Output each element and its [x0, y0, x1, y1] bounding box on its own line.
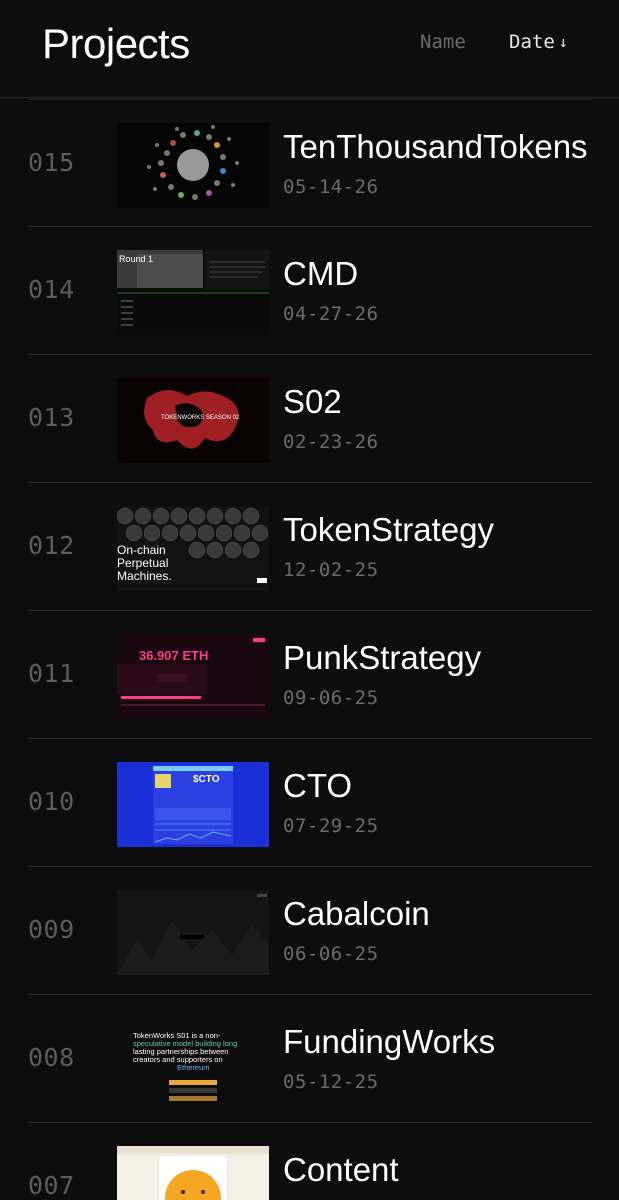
project-number: 007: [28, 1171, 75, 1200]
project-number: 008: [28, 1043, 75, 1072]
project-row[interactable]: 013 TOKENWORKS SEASON 02 S02 02-23-26: [28, 355, 592, 483]
project-row[interactable]: 007 Content: [28, 1123, 592, 1200]
project-row[interactable]: 011 36.907 ETH PunkStrategy 09-06-25: [28, 611, 592, 739]
project-thumbnail: 36.907 ETH: [117, 634, 269, 719]
content-thumbnail: [117, 1146, 269, 1200]
project-number: 011: [28, 659, 75, 688]
arrow-down-icon: ↓: [558, 32, 568, 51]
project-title: TokenStrategy: [283, 511, 494, 548]
project-date: 12-02-25: [283, 559, 379, 581]
thumbnail-caption-line: Machines.: [117, 569, 172, 583]
project-row[interactable]: 009 Cabalcoin 06-06-25: [28, 867, 592, 995]
project-number: 013: [28, 403, 75, 432]
punkstrategy-thumbnail: [117, 634, 269, 719]
thumbnail-caption: 36.907 ETH: [139, 648, 209, 663]
project-row[interactable]: 010 $CTO CTO 07-29-25: [28, 739, 592, 867]
thumbnail-caption: Round 1: [119, 254, 154, 264]
thumbnail-caption-line: Ethereum: [177, 1063, 210, 1072]
project-number: 015: [28, 148, 75, 177]
project-date: 02-23-26: [283, 431, 379, 453]
cabalcoin-thumbnail: [117, 890, 269, 975]
project-date: 07-29-25: [283, 815, 379, 837]
project-number: 014: [28, 275, 75, 304]
project-title: CTO: [283, 767, 353, 804]
project-title: FundingWorks: [283, 1023, 496, 1060]
project-number: 009: [28, 915, 75, 944]
project-date: 05-12-25: [283, 1071, 379, 1093]
project-thumbnail: [117, 890, 269, 975]
page-title: Projects: [42, 20, 190, 67]
project-list: 015 TenThousandTokens 05-14-26 014 Round…: [0, 99, 619, 1200]
header: Projects Name Date ↓: [0, 0, 619, 98]
project-thumbnail: $CTO: [117, 762, 269, 847]
project-number: 010: [28, 787, 75, 816]
project-number: 012: [28, 531, 75, 560]
project-thumbnail: On-chain Perpetual Machines.: [117, 506, 269, 591]
sort-by-date-button[interactable]: Date ↓: [509, 31, 568, 53]
project-title: Content: [283, 1151, 399, 1188]
project-title: PunkStrategy: [283, 639, 482, 676]
project-thumbnail: TokenWorks S01 is a non- speculative mod…: [117, 1018, 269, 1103]
sort-date-label: Date: [509, 31, 555, 53]
tenthousandtokens-thumbnail: [117, 123, 269, 208]
project-title: S02: [283, 383, 342, 420]
project-date: 05-14-26: [283, 176, 379, 198]
thumbnail-caption: TOKENWORKS SEASON 02: [161, 415, 240, 421]
project-title: TenThousandTokens: [283, 128, 588, 165]
project-thumbnail: [117, 1146, 269, 1200]
project-date: 06-06-25: [283, 943, 379, 965]
project-row[interactable]: 012 On-chain Perpetual Machines. TokenSt…: [28, 483, 592, 611]
project-thumbnail: Round 1: [117, 250, 269, 335]
project-thumbnail: [117, 123, 269, 208]
project-date: 04-27-26: [283, 303, 379, 325]
project-title: Cabalcoin: [283, 895, 430, 932]
project-row[interactable]: 015 TenThousandTokens 05-14-26: [28, 99, 592, 227]
thumbnail-caption: $CTO: [193, 774, 220, 785]
project-row[interactable]: 014 Round 1 CMD 04-27-26: [28, 227, 592, 355]
project-title: CMD: [283, 255, 359, 292]
project-row[interactable]: 008 TokenWorks S01 is a non- speculative…: [28, 995, 592, 1123]
project-date: 09-06-25: [283, 687, 379, 709]
sort-by-name-button[interactable]: Name: [420, 31, 466, 53]
project-thumbnail: TOKENWORKS SEASON 02: [117, 378, 269, 463]
